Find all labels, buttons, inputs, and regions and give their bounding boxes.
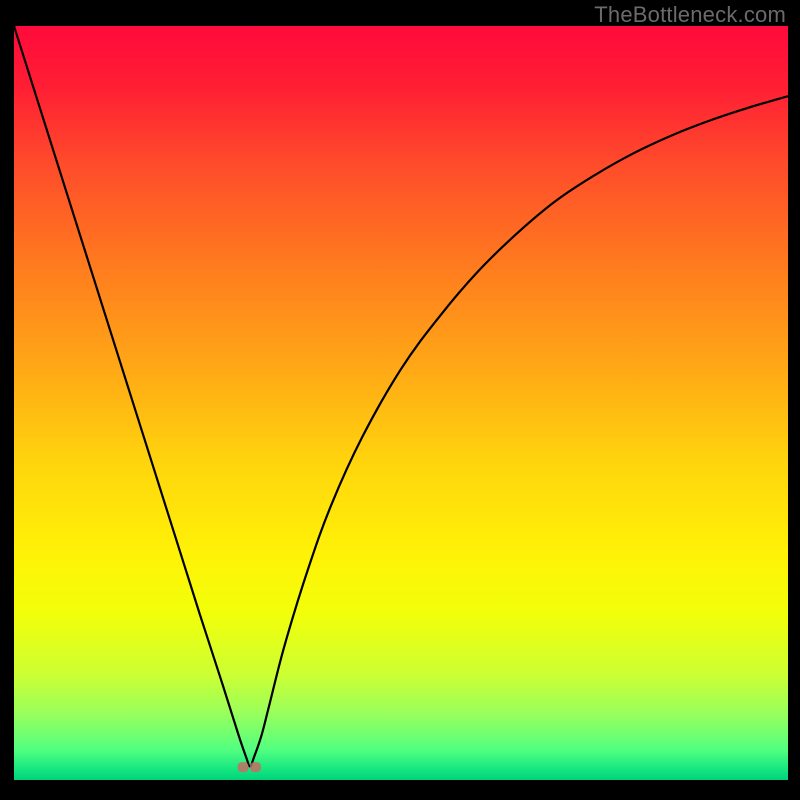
curve-svg <box>14 26 788 780</box>
chart-container: TheBottleneck.com <box>0 0 800 800</box>
min-marker-right <box>250 762 261 772</box>
plot-area <box>14 26 788 780</box>
watermark-text: TheBottleneck.com <box>594 2 786 28</box>
bottleneck-curve <box>14 26 788 766</box>
min-marker-left <box>238 762 249 772</box>
